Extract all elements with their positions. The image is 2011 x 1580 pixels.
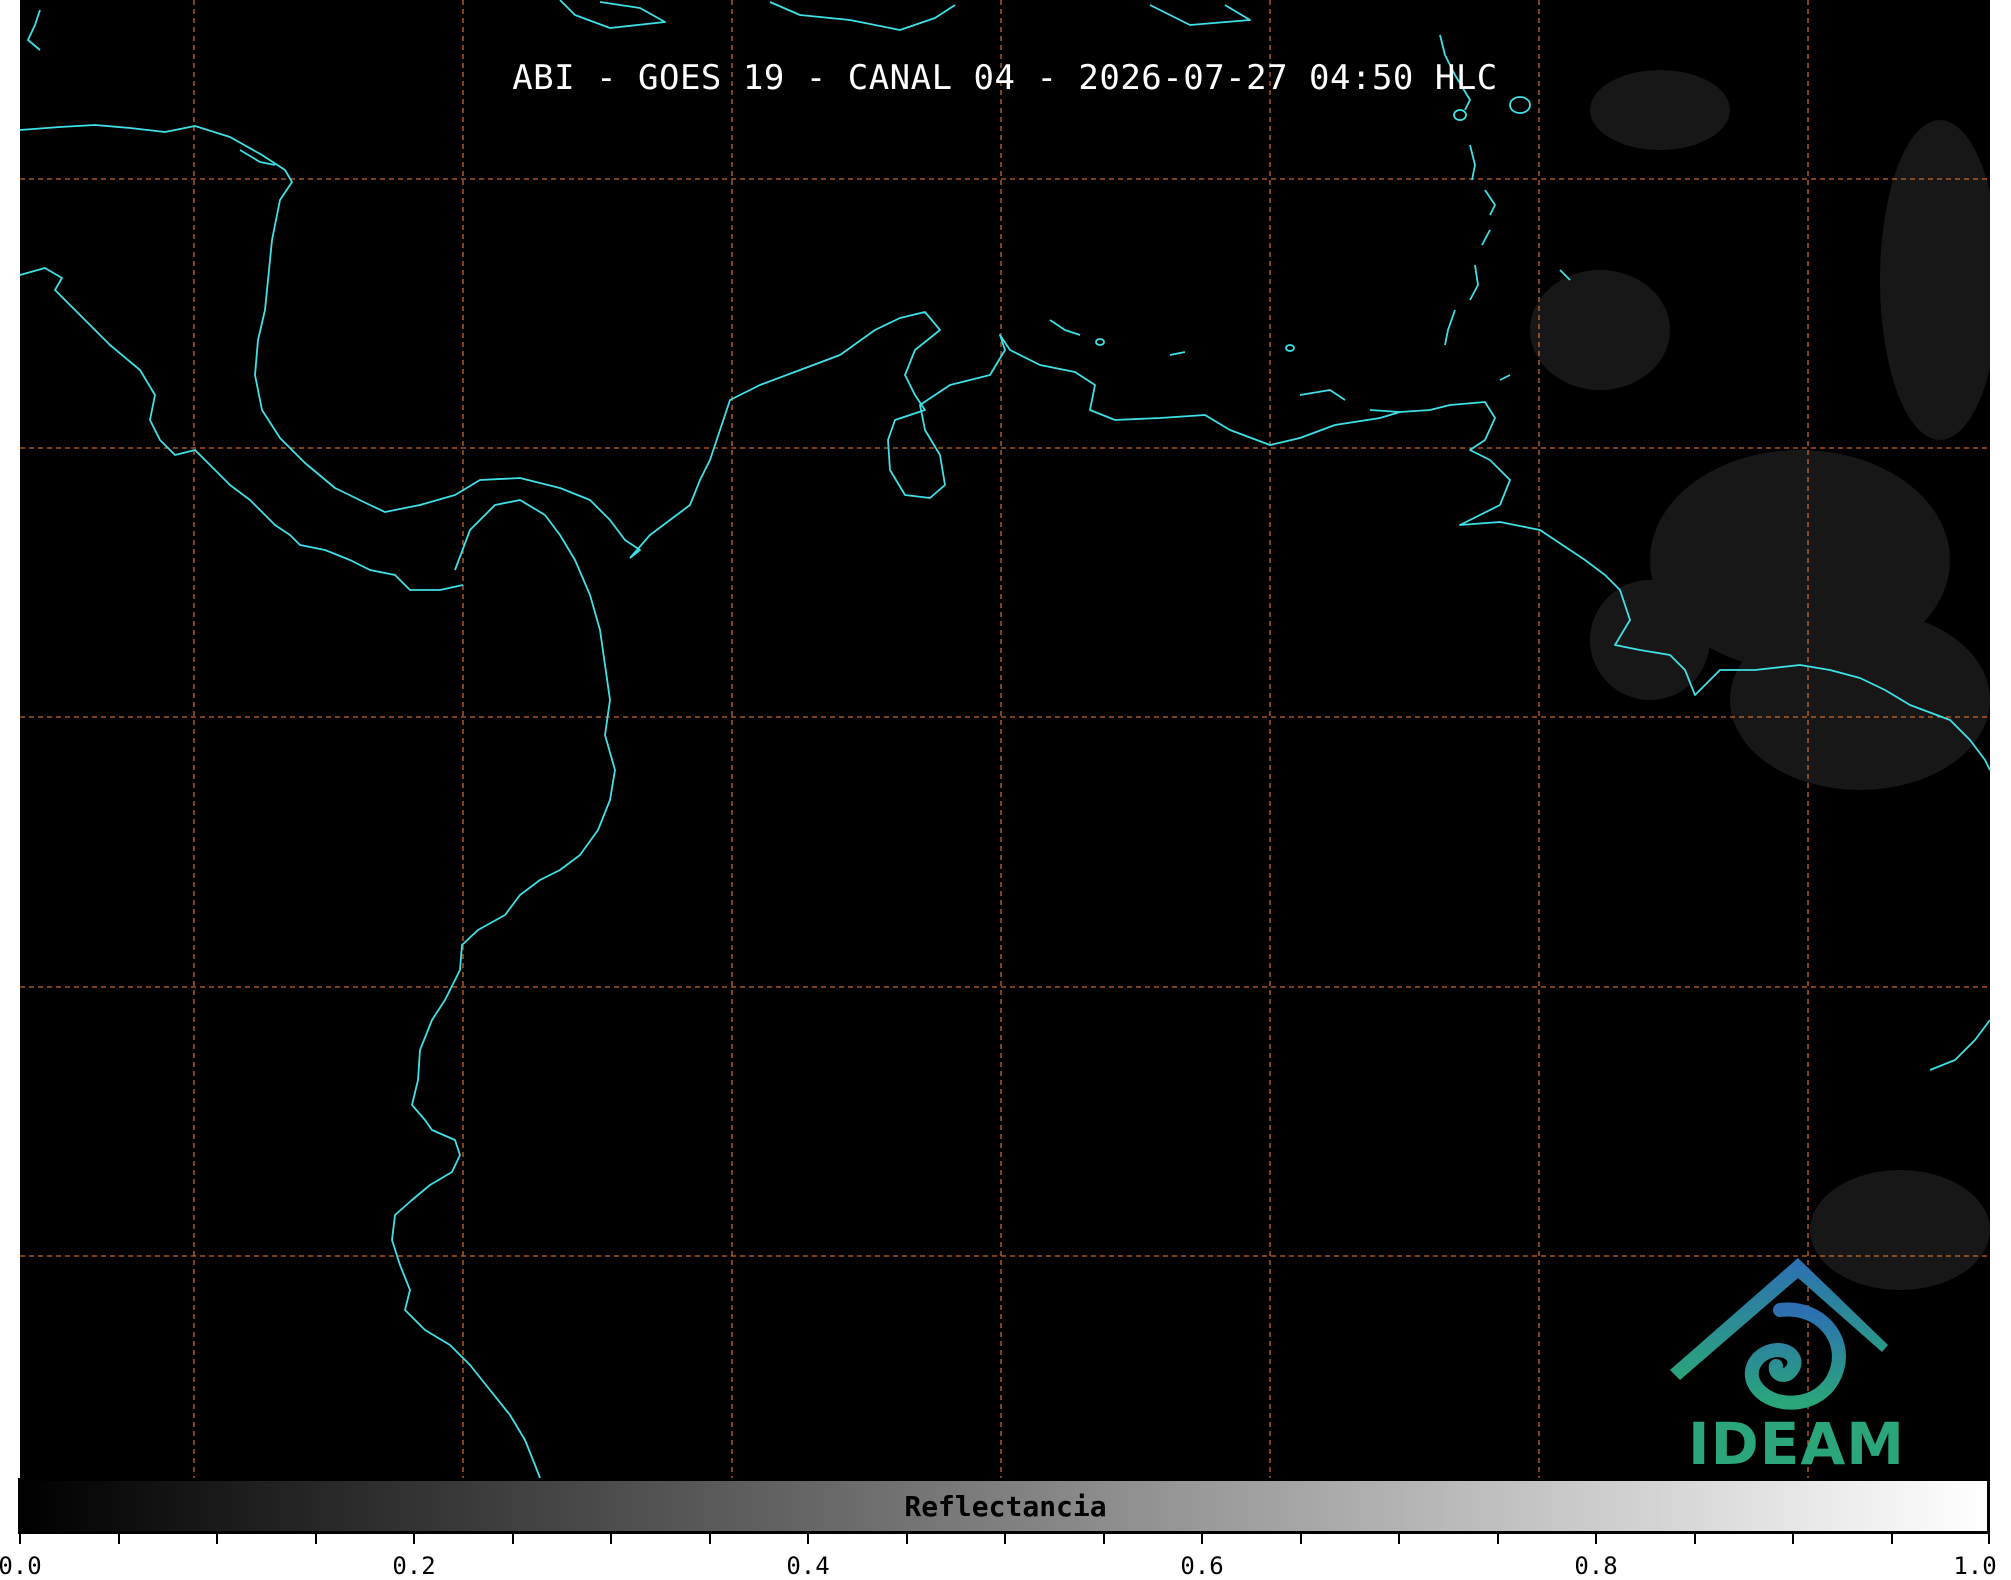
ideam-logo-text: IDEAM: [1688, 1410, 1905, 1478]
colorbar-tick-label: 1.0: [1953, 1552, 1997, 1580]
colorbar-ticks: [19, 1534, 1990, 1544]
map-title: ABI - GOES 19 - CANAL 04 - 2026-07-27 04…: [512, 58, 1498, 98]
colorbar-tick-label: 0.8: [1574, 1552, 1618, 1580]
colorbar-label: Reflectancia: [904, 1490, 1107, 1523]
colorbar-tick-label: 0.0: [0, 1552, 42, 1580]
colorbar-tick-label: 0.2: [392, 1552, 436, 1580]
colorbar-tick-label: 0.4: [786, 1552, 830, 1580]
colorbar-tick-label: 0.6: [1180, 1552, 1224, 1580]
